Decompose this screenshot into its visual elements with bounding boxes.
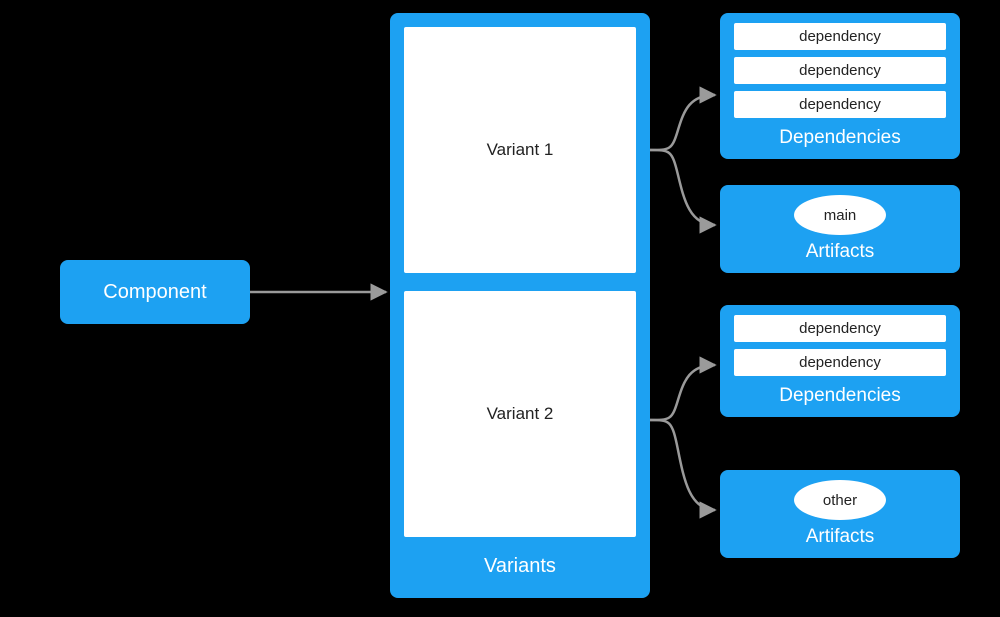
artifacts-title: Artifacts	[806, 241, 875, 265]
artifacts-panel-2: other Artifacts	[720, 470, 960, 558]
component-box: Component	[60, 260, 250, 324]
artifact-label: other	[823, 492, 857, 509]
dependency-item: dependency	[734, 23, 946, 50]
variants-title: Variants	[484, 555, 556, 584]
dependencies-title: Dependencies	[779, 127, 900, 151]
variants-container: Variant 1 Variant 2 Variants	[390, 13, 650, 598]
artifact-label: main	[824, 207, 857, 224]
dependencies-panel-1: dependency dependency dependency Depende…	[720, 13, 960, 159]
variant-2-label: Variant 2	[487, 404, 554, 424]
arrow-variant2-to-deps	[650, 365, 715, 420]
dependency-item: dependency	[734, 349, 946, 376]
dependency-item: dependency	[734, 57, 946, 84]
variant-card-1: Variant 1	[404, 27, 636, 273]
variant-card-2: Variant 2	[404, 291, 636, 537]
arrow-variant1-to-arts	[650, 150, 715, 225]
arrow-variant2-to-arts	[650, 420, 715, 510]
dependencies-panel-2: dependency dependency Dependencies	[720, 305, 960, 417]
artifacts-panel-1: main Artifacts	[720, 185, 960, 273]
dependency-item: dependency	[734, 315, 946, 342]
variant-1-label: Variant 1	[487, 140, 554, 160]
artifact-ellipse: main	[794, 195, 886, 235]
dependency-item: dependency	[734, 91, 946, 118]
dependencies-title: Dependencies	[779, 385, 900, 409]
artifact-ellipse: other	[794, 480, 886, 520]
arrow-variant1-to-deps	[650, 95, 715, 150]
artifacts-title: Artifacts	[806, 526, 875, 550]
component-label: Component	[103, 281, 206, 304]
